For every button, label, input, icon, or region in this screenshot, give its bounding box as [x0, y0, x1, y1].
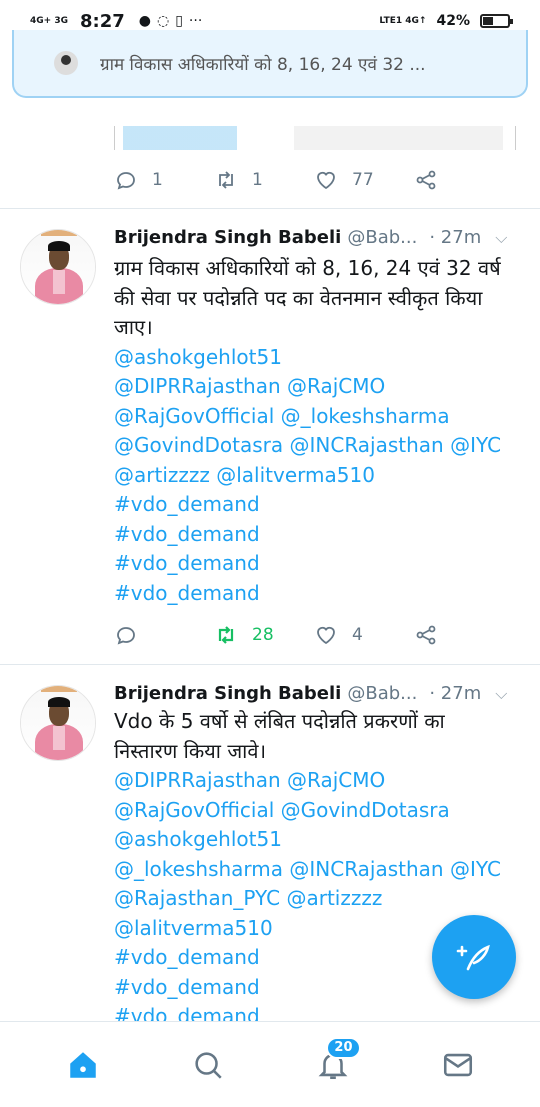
heart-icon	[317, 626, 335, 645]
tweet-link[interactable]: @GovindDotasra @INCRajasthan @IYC	[114, 431, 524, 461]
tweet-link[interactable]: @RajGovOfficial @_lokeshsharma	[114, 402, 524, 432]
messages-icon	[443, 1053, 472, 1076]
like-button[interactable]: 77	[314, 168, 414, 192]
tweet-text-line: की सेवा पर पदोन्नति पद का वेतनमान स्वीकृ…	[114, 285, 483, 310]
tweet-link[interactable]: @Rajasthan_PYC @artizzzz	[114, 884, 524, 914]
tweet-media[interactable]	[114, 126, 516, 150]
author-handle[interactable]: @Bab...	[347, 227, 417, 248]
battery-icon	[480, 14, 513, 28]
tweet-actions: 1 1 77	[114, 165, 514, 195]
new-tweet-banner[interactable]: ग्राम विकास अधिकारियों को 8, 16, 24 एवं …	[12, 30, 528, 98]
tweet-link[interactable]: @DIPRRajasthan @RajCMO	[114, 766, 524, 796]
network-indicator: 4G+ 3G	[30, 15, 68, 26]
compose-tweet-button[interactable]	[432, 915, 516, 999]
clock: 8:27	[79, 10, 125, 32]
share-icon	[416, 625, 436, 645]
tweet-link[interactable]: @ashokgehlot51	[114, 825, 524, 855]
nav-notifications[interactable]: 20	[303, 1035, 363, 1095]
tweet-header: Brijendra Singh Babeli @Bab... · 27m ⌵	[114, 227, 524, 248]
reply-icon	[117, 627, 135, 645]
home-icon	[69, 1051, 96, 1078]
battery-percent: 42%	[436, 13, 470, 29]
tweet-header: Brijendra Singh Babeli @Bab... · 27m ⌵	[114, 683, 524, 704]
chevron-down-icon[interactable]: ⌵	[495, 684, 507, 704]
author-name[interactable]: Brijendra Singh Babeli	[114, 683, 341, 704]
share-button[interactable]	[414, 168, 514, 192]
tweet-time: · 27m	[429, 227, 482, 248]
chevron-down-icon[interactable]: ⌵	[495, 228, 507, 248]
avatar[interactable]	[20, 229, 96, 305]
tweet[interactable]: Brijendra Singh Babeli @Bab... · 27m ⌵ ग…	[0, 209, 540, 663]
tweet-link[interactable]: #vdo_demand	[114, 579, 524, 609]
retweet-button[interactable]: 1	[214, 168, 314, 192]
author-handle[interactable]: @Bab...	[347, 683, 417, 704]
heart-icon	[317, 171, 335, 190]
tweet-text: ग्राम विकास अधिकारियों को 8, 16, 24 एवं …	[114, 254, 524, 608]
compose-feather-icon	[456, 944, 490, 971]
more-dots-icon: ···	[188, 13, 203, 29]
like-button[interactable]: 4	[314, 623, 414, 647]
tweet-text-line: ग्राम विकास अधिकारियों को 8, 16, 24 एवं …	[114, 256, 501, 280]
avatar	[54, 51, 78, 75]
banner-text: ग्राम विकास अधिकारियों को 8, 16, 24 एवं …	[100, 54, 426, 75]
author-name[interactable]: Brijendra Singh Babeli	[114, 227, 341, 248]
tweet-time: · 27m	[429, 683, 482, 704]
nav-messages[interactable]	[428, 1035, 488, 1095]
network-indicator-right: LTE1 4G↑	[379, 15, 427, 26]
tweet-actions: 28 4	[114, 620, 514, 650]
tweet-link[interactable]: @ashokgehlot51	[114, 343, 524, 373]
sim-icon: ▯	[175, 13, 183, 29]
tweet-text-line: Vdo के 5 वर्षो से लंबित पदोन्नति प्रकरणो…	[114, 709, 445, 733]
share-button[interactable]	[414, 623, 514, 647]
tweet-text-line: निस्तारण किया जावे।	[114, 738, 267, 763]
tweet-link[interactable]: @DIPRRajasthan @RajCMO	[114, 372, 524, 402]
tweet-link[interactable]: #vdo_demand	[114, 520, 524, 550]
avatar[interactable]	[20, 685, 96, 761]
whatsapp-icon: ◌	[156, 13, 170, 29]
notification-badge: 20	[326, 1036, 361, 1059]
bottom-navigation: 20	[0, 1021, 540, 1107]
tweet-link[interactable]: #vdo_demand	[114, 1002, 524, 1021]
tweet-link[interactable]: @artizzzz @lalitverma510	[114, 461, 524, 491]
nav-search[interactable]	[178, 1035, 238, 1095]
tweet-text-line: जाए।	[114, 315, 153, 339]
retweet-icon	[219, 171, 233, 189]
tweet-link[interactable]: @RajGovOfficial @GovindDotasra	[114, 796, 524, 826]
nav-home[interactable]	[53, 1035, 113, 1095]
reply-button[interactable]: 1	[114, 168, 214, 192]
retweet-icon	[218, 626, 234, 644]
tweet-link[interactable]: #vdo_demand	[114, 490, 524, 520]
tweet-link[interactable]: @_lokeshsharma @INCRajasthan @IYC	[114, 855, 524, 885]
tweet-link[interactable]: #vdo_demand	[114, 549, 524, 579]
reply-icon	[117, 172, 135, 190]
chat-bubble-icon: ●	[138, 13, 151, 29]
search-icon	[194, 1051, 222, 1079]
retweet-button[interactable]: 28	[214, 623, 314, 647]
reply-button[interactable]	[114, 623, 214, 647]
share-icon	[416, 170, 436, 190]
